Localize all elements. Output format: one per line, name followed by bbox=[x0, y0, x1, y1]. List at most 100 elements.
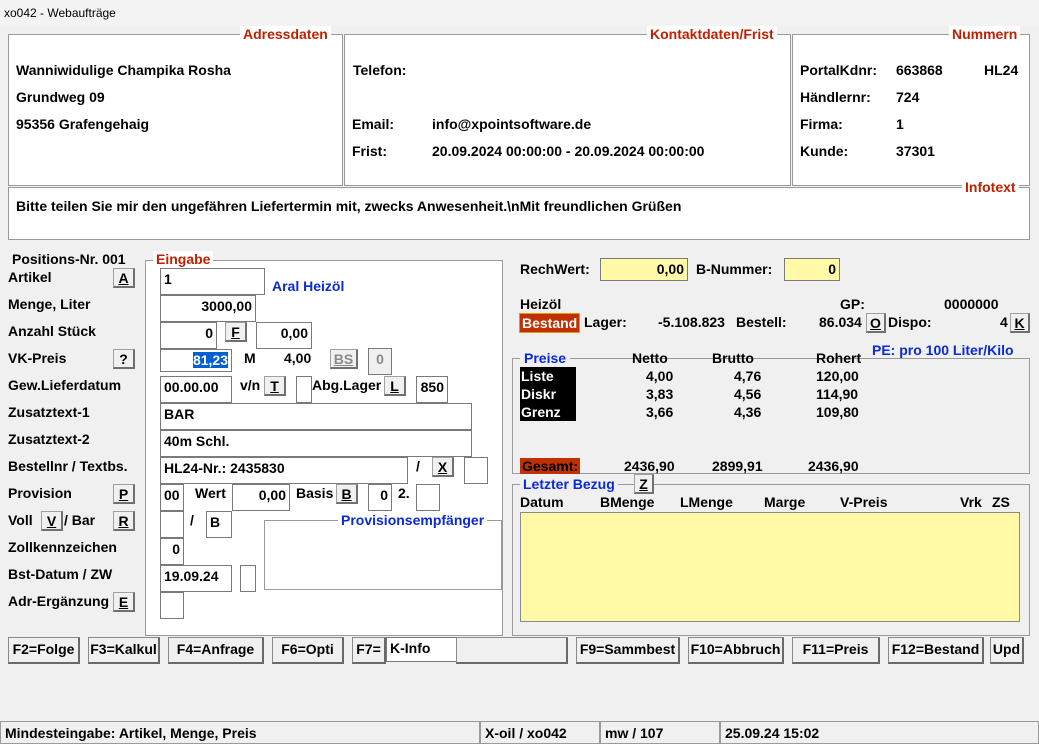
upd-button[interactable]: Upd bbox=[990, 637, 1024, 664]
abglager-field[interactable]: 850 bbox=[416, 376, 448, 403]
price-netto: 3,83 bbox=[646, 386, 674, 402]
adr-field[interactable] bbox=[160, 592, 184, 619]
f4-button[interactable]: F4=Anfrage bbox=[168, 637, 264, 664]
stueck2-field[interactable]: 0,00 bbox=[256, 322, 312, 349]
m-value: 4,00 bbox=[284, 350, 312, 366]
f12-button[interactable]: F12=Bestand bbox=[888, 637, 984, 664]
customer-city: 95356 Grafengehaig bbox=[16, 116, 150, 132]
zw-field[interactable] bbox=[240, 565, 256, 592]
provision-p-button[interactable]: P bbox=[113, 484, 135, 504]
last-purchase-list[interactable] bbox=[520, 512, 1020, 622]
status-hint: Mindesteingabe: Artikel, Menge, Preis bbox=[0, 721, 480, 744]
f10-button[interactable]: F10=Abbruch bbox=[688, 637, 784, 664]
label-zoll: Zollkennzeichen bbox=[8, 539, 117, 555]
f11-button[interactable]: F11=Preis bbox=[792, 637, 880, 664]
provision-field[interactable]: 00 bbox=[160, 484, 184, 511]
contact-panel bbox=[344, 34, 791, 186]
f3-button[interactable]: F3=Kalkul bbox=[88, 637, 160, 664]
voll-v-button[interactable]: V bbox=[41, 511, 63, 531]
bar-field[interactable]: B bbox=[206, 511, 232, 538]
basis-label: Basis bbox=[296, 485, 334, 501]
artikel-a-button[interactable]: A bbox=[113, 268, 135, 288]
basis-field[interactable]: 0 bbox=[368, 484, 392, 511]
price-rohert: 114,90 bbox=[816, 386, 859, 402]
f7-info-field[interactable]: K-Info bbox=[386, 637, 458, 662]
price-brutto: 4,36 bbox=[734, 404, 762, 420]
window-title: xo042 - Webaufträge bbox=[0, 0, 1039, 26]
voll-field[interactable] bbox=[160, 511, 184, 538]
bstdatum-field[interactable]: 19.09.24 bbox=[160, 565, 232, 592]
bestellnr-x-button[interactable]: X bbox=[432, 457, 454, 477]
dealer-value: 724 bbox=[896, 89, 920, 105]
vkpreis-help-button[interactable]: ? bbox=[113, 349, 135, 369]
price-rohert: 120,00 bbox=[816, 368, 859, 384]
price-brutto: 4,76 bbox=[734, 368, 762, 384]
abglager-l-button[interactable]: L bbox=[384, 376, 406, 396]
menge-field[interactable]: 3000,00 bbox=[160, 295, 256, 322]
bnummer-field[interactable]: 0 bbox=[784, 258, 840, 281]
label-voll: Voll bbox=[8, 512, 33, 528]
bestell-o-button[interactable]: O bbox=[866, 313, 886, 333]
prices-legend: Preise bbox=[520, 350, 571, 366]
bestand-badge: Bestand bbox=[519, 313, 581, 333]
dispo-k-button[interactable]: K bbox=[1010, 313, 1030, 333]
zusatz1-field[interactable]: BAR bbox=[160, 403, 472, 430]
label-vkpreis: VK-Preis bbox=[8, 350, 67, 366]
artikel-field[interactable]: 1 bbox=[160, 268, 265, 295]
abglager-label: Abg.Lager bbox=[312, 377, 382, 393]
wert-label: Wert bbox=[195, 485, 226, 501]
lieferdatum-field[interactable]: 00.00.00 bbox=[160, 376, 232, 403]
company-value: 1 bbox=[896, 116, 904, 132]
vn-box[interactable] bbox=[296, 376, 312, 403]
bs-button[interactable]: BS bbox=[330, 349, 358, 369]
numbers-legend: Nummern bbox=[949, 26, 1021, 42]
status-datetime: 25.09.24 15:02 bbox=[720, 721, 1039, 744]
col-marge: Marge bbox=[764, 494, 806, 510]
label-provision: Provision bbox=[8, 485, 72, 501]
dispo-label: Dispo: bbox=[888, 314, 932, 330]
last-purchase-z-button[interactable]: Z bbox=[634, 474, 654, 494]
lieferdatum-t-button[interactable]: T bbox=[264, 376, 286, 396]
f9-button[interactable]: F9=Sammbest bbox=[576, 637, 680, 664]
blank-button[interactable] bbox=[456, 637, 568, 664]
gp-value: 0000000 bbox=[944, 296, 999, 312]
price-netto: 4,00 bbox=[646, 368, 674, 384]
prices-panel bbox=[512, 358, 1030, 474]
f6-button[interactable]: F6=Opti bbox=[272, 637, 344, 664]
header-brutto: Brutto bbox=[712, 350, 754, 366]
f7-button[interactable]: F7= bbox=[352, 637, 386, 664]
bnummer-label: B-Nummer: bbox=[696, 261, 773, 277]
textbs-field[interactable] bbox=[464, 457, 488, 484]
bestellnr-field[interactable]: HL24-Nr.: 2435830 bbox=[160, 457, 408, 484]
gp-label: GP: bbox=[840, 296, 865, 312]
rechwert-field[interactable]: 0,00 bbox=[600, 258, 688, 281]
vkpreis-field[interactable]: 81,23 bbox=[160, 349, 232, 372]
bestellnr-slash: / bbox=[416, 458, 420, 474]
vkpreis-value: 81,23 bbox=[192, 352, 228, 368]
f2-button[interactable]: F2=Folge bbox=[8, 637, 80, 664]
col-vpreis: V-Preis bbox=[840, 494, 888, 510]
basis-b-button[interactable]: B bbox=[336, 484, 358, 504]
stueck-field[interactable]: 0 bbox=[160, 322, 217, 349]
bs-box: 0 bbox=[368, 348, 392, 375]
vn-label: v/n bbox=[240, 377, 261, 393]
stueck-f-button[interactable]: F bbox=[225, 322, 247, 342]
zoll-field[interactable]: 0 bbox=[160, 538, 184, 565]
wert-field[interactable]: 0,00 bbox=[232, 484, 290, 511]
total-netto: 2436,90 bbox=[624, 458, 675, 474]
bar-r-button[interactable]: R bbox=[113, 511, 135, 531]
header-netto: Netto bbox=[632, 350, 668, 366]
zusatz2-field[interactable]: 40m Schl. bbox=[160, 430, 472, 457]
price-row-name: Diskr bbox=[521, 386, 557, 402]
position-number: Positions-Nr. 001 bbox=[12, 251, 126, 267]
prov-empf-legend: Provisionsempfänger bbox=[338, 512, 488, 528]
adr-e-button[interactable]: E bbox=[113, 592, 135, 612]
status-app: X-oil / xo042 bbox=[480, 721, 600, 744]
price-netto: 3,66 bbox=[646, 404, 674, 420]
numbers-panel bbox=[792, 34, 1030, 186]
infotext-legend: Infotext bbox=[962, 179, 1019, 195]
col-bmenge: BMenge bbox=[600, 494, 655, 510]
prov2-field[interactable] bbox=[416, 484, 440, 511]
last-purchase-legend: Letzter Bezug bbox=[520, 476, 618, 492]
prov-empf-panel bbox=[264, 520, 502, 590]
